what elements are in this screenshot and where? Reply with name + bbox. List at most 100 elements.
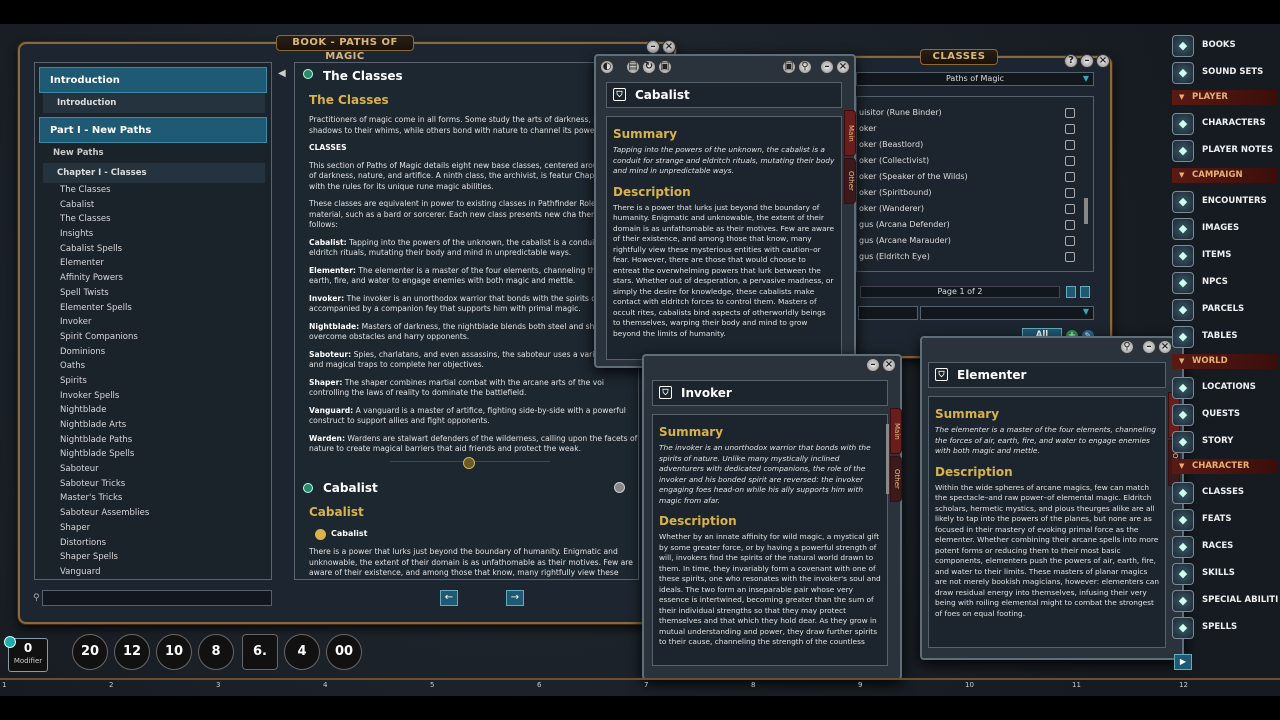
sidebar-expand-icon[interactable]: ▶ xyxy=(1174,654,1192,670)
sidebar-item-sound-sets[interactable]: ◆ SOUND SETS xyxy=(1172,61,1278,85)
class-list-row[interactable]: gus (Eldritch Eye) xyxy=(857,249,1093,265)
sidebar-item-story[interactable]: ◆ STORY xyxy=(1172,430,1278,454)
cabalist-menu-icon[interactable]: ◐ xyxy=(600,60,614,74)
toc-item[interactable]: Invoker Spells xyxy=(35,389,271,404)
toc-item[interactable]: Nightblade Arts xyxy=(35,418,271,433)
cabalist-share-icon[interactable]: ▤ xyxy=(626,60,640,74)
sidebar-item-npcs[interactable]: ◆ NPCS xyxy=(1172,271,1278,295)
open-record-icon[interactable] xyxy=(1065,172,1075,182)
open-record-icon[interactable] xyxy=(1065,188,1075,198)
toc-item[interactable]: The Classes xyxy=(35,212,271,227)
sidebar-item-items[interactable]: ◆ ITEMS xyxy=(1172,244,1278,268)
sidebar-item-player-notes[interactable]: ◆ PLAYER NOTES xyxy=(1172,139,1278,163)
toc-part-header[interactable]: Part I - New Paths xyxy=(39,117,267,143)
toc-item[interactable]: Nightblade Paths xyxy=(35,433,271,448)
book-next-button[interactable]: → xyxy=(506,590,524,606)
die-d4[interactable]: 4 xyxy=(284,634,320,670)
cabalist-tab-other[interactable]: Other xyxy=(844,158,856,204)
toc-collapse-icon[interactable]: ◀ xyxy=(278,68,286,79)
toc-item[interactable]: Spirit Companions xyxy=(35,330,271,345)
toc-item[interactable]: Elementer xyxy=(35,256,271,271)
sidebar-category-campaign[interactable]: CAMPAIGN xyxy=(1172,168,1278,183)
class-list-row[interactable]: uisitor (Rune Binder) xyxy=(857,105,1093,121)
sidebar-category-player[interactable]: PLAYER xyxy=(1172,90,1278,105)
toc-item[interactable]: Insights xyxy=(35,227,271,242)
class-list-row[interactable]: oker (Spiritbound) xyxy=(857,185,1093,201)
open-record-icon[interactable] xyxy=(1065,124,1075,134)
open-record-icon[interactable] xyxy=(1065,108,1075,118)
die-d20[interactable]: 20 xyxy=(72,634,108,670)
class-list-row[interactable]: oker (Wanderer) xyxy=(857,201,1093,217)
classes-filter-select[interactable]: Paths of Magic ▼ xyxy=(856,72,1094,86)
open-record-icon[interactable] xyxy=(1065,220,1075,230)
cabalist-close-button[interactable]: × xyxy=(836,60,850,74)
elementer-minimize-button[interactable]: – xyxy=(1142,340,1156,354)
sidebar-item-classes[interactable]: ◆ CLASSES xyxy=(1172,481,1278,505)
cabalist-share2-icon[interactable]: ⚲ xyxy=(798,60,812,74)
toc-item[interactable]: Affinity Powers xyxy=(35,271,271,286)
invoker-tab-other[interactable]: Other xyxy=(890,456,902,502)
classes-help-button[interactable]: ? xyxy=(1064,54,1078,68)
toc-item[interactable]: Saboteur Tricks xyxy=(35,477,271,492)
toc-search-input[interactable] xyxy=(42,590,272,606)
classes-search-input[interactable] xyxy=(858,306,918,320)
cabalist-link-icon[interactable]: ↻ xyxy=(642,60,656,74)
classes-next-page-button[interactable] xyxy=(1066,286,1076,298)
class-list-row[interactable]: oker xyxy=(857,121,1093,137)
die-d00[interactable]: 00 xyxy=(326,634,362,670)
open-record-icon[interactable] xyxy=(1065,236,1075,246)
invoker-scrollbar[interactable] xyxy=(886,424,889,494)
toc-item[interactable]: Dominions xyxy=(35,345,271,360)
die-d10[interactable]: 10 xyxy=(156,634,192,670)
sidebar-category-character[interactable]: CHARACTER xyxy=(1172,459,1278,474)
class-list-row[interactable]: oker (Beastlord) xyxy=(857,137,1093,153)
toc-item[interactable]: Saboteur xyxy=(35,462,271,477)
sidebar-category-world[interactable]: WORLD xyxy=(1172,354,1278,369)
die-d12[interactable]: 12 xyxy=(114,634,150,670)
book-window-close-button[interactable]: × xyxy=(662,40,676,54)
cabalist-lock-icon[interactable]: ▣ xyxy=(658,60,672,74)
invoker-tab-main[interactable]: Main xyxy=(890,408,902,454)
elementer-share-icon[interactable]: ⚲ xyxy=(1120,340,1134,354)
toc-item[interactable]: Nightblade Spells xyxy=(35,447,271,462)
open-record-icon[interactable] xyxy=(1065,140,1075,150)
toc-chapter[interactable]: Chapter I - Classes xyxy=(43,163,265,183)
sidebar-item-spells[interactable]: ◆ SPELLS xyxy=(1172,616,1278,640)
sidebar-item-feats[interactable]: ◆ FEATS xyxy=(1172,508,1278,532)
classes-last-page-button[interactable] xyxy=(1080,286,1090,298)
toc-item[interactable]: The Classes xyxy=(35,183,271,198)
sidebar-item-characters[interactable]: ◆ CHARACTERS xyxy=(1172,112,1278,136)
classes-close-button[interactable]: × xyxy=(1096,54,1110,68)
sidebar-item-locations[interactable]: ◆ LOCATIONS xyxy=(1172,376,1278,400)
cabalist-pin-icon[interactable]: ▣ xyxy=(782,60,796,74)
toc-item[interactable]: Saboteur Assemblies xyxy=(35,506,271,521)
die-d8[interactable]: 8 xyxy=(198,634,234,670)
sidebar-item-parcels[interactable]: ◆ PARCELS xyxy=(1172,298,1278,322)
section2-link[interactable]: Cabalist xyxy=(331,529,367,538)
open-record-icon[interactable] xyxy=(1065,204,1075,214)
toc-item[interactable]: Distortions xyxy=(35,536,271,551)
cabalist-minimize-button[interactable]: – xyxy=(820,60,834,74)
open-record-icon[interactable] xyxy=(1065,156,1075,166)
sidebar-item-races[interactable]: ◆ RACES xyxy=(1172,535,1278,559)
die-d6[interactable]: 6. xyxy=(242,634,278,670)
sidebar-item-skills[interactable]: ◆ SKILLS xyxy=(1172,562,1278,586)
sidebar-item-special-abiliti[interactable]: ◆ SPECIAL ABILITI xyxy=(1172,589,1278,613)
toc-item[interactable]: Vanguard xyxy=(35,565,271,580)
toc-item[interactable]: Cabalist xyxy=(35,198,271,213)
classes-filter-input[interactable]: ▼ xyxy=(920,306,1094,320)
class-list-row[interactable]: gus (Arcana Defender) xyxy=(857,217,1093,233)
toc-item[interactable]: Oaths xyxy=(35,359,271,374)
classes-scrollbar[interactable] xyxy=(1084,198,1088,224)
toc-introduction[interactable]: Introduction xyxy=(39,67,267,93)
toc-item[interactable]: Shaper Spells xyxy=(35,550,271,565)
toc-item[interactable]: Shaper xyxy=(35,521,271,536)
sidebar-item-images[interactable]: ◆ IMAGES xyxy=(1172,217,1278,241)
cabalist-tab-main[interactable]: Main xyxy=(844,110,856,156)
invoker-minimize-button[interactable]: – xyxy=(866,358,880,372)
open-record-icon[interactable] xyxy=(1065,252,1075,262)
toc-item[interactable]: Cabalist Spells xyxy=(35,242,271,257)
sidebar-item-encounters[interactable]: ◆ ENCOUNTERS xyxy=(1172,190,1278,214)
toc-item[interactable]: Spell Twists xyxy=(35,286,271,301)
class-list-row[interactable]: oker (Collectivist) xyxy=(857,153,1093,169)
